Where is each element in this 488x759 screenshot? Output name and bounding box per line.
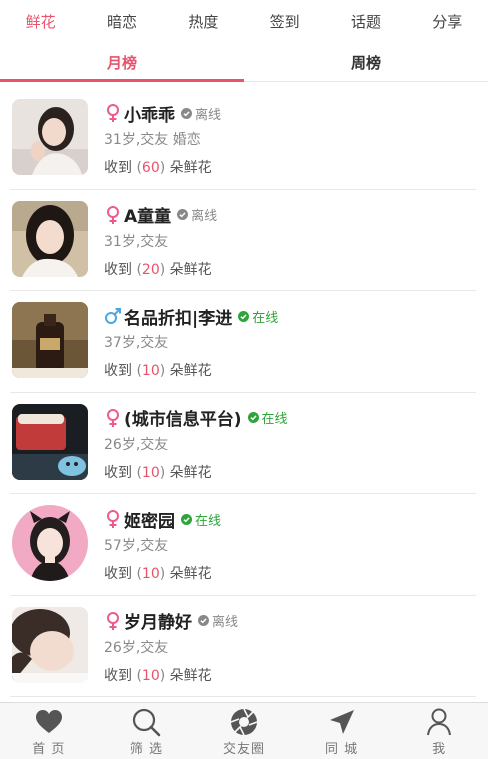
unit-label: 朵鲜花: [169, 667, 212, 684]
female-icon: [107, 104, 119, 122]
flower-count: 收到 (10) 朵鲜花: [104, 566, 212, 582]
check-circle-icon: [247, 412, 259, 423]
count-value: 10: [141, 566, 160, 582]
flower-count: 收到 (60) 朵鲜花: [104, 160, 212, 176]
tab-share[interactable]: 分享: [407, 0, 488, 44]
tab-monthly-ranking[interactable]: 月榜: [0, 44, 244, 82]
ranking-list: 小乖乖 离线 31岁,交友 婚恋 收到 (60) 朵鲜花 A童童 离线 31岁,…: [10, 88, 476, 697]
nav-me[interactable]: 我: [390, 703, 488, 759]
female-icon: [107, 408, 119, 427]
search-icon: [133, 708, 161, 737]
nav-label: 筛 选: [129, 742, 163, 757]
status-text: 在线: [195, 513, 222, 529]
avatar[interactable]: [12, 99, 88, 175]
male-icon: [105, 308, 121, 324]
tab-flowers[interactable]: 鲜花: [0, 0, 81, 44]
user-name[interactable]: 名品折扣|李进: [124, 304, 232, 329]
tab-weekly-ranking[interactable]: 周榜: [244, 44, 488, 81]
list-item[interactable]: A童童 离线 31岁,交友 收到 (20) 朵鲜花: [10, 190, 476, 291]
count-value: 20: [141, 261, 160, 278]
tab-crush[interactable]: 暗恋: [81, 0, 162, 44]
status-text: 在线: [261, 412, 288, 427]
list-item[interactable]: 名品折扣|李进 在线 37岁,交友 收到 (10) 朵鲜花: [10, 291, 476, 393]
unit-label: 朵鲜花: [169, 464, 212, 481]
heart-icon: [35, 710, 62, 733]
tab-checkin[interactable]: 签到: [244, 0, 325, 44]
status-badge: 离线: [181, 104, 221, 123]
user-icon: [427, 708, 452, 736]
nav-home[interactable]: 首 页: [0, 703, 98, 759]
status-text: 离线: [195, 107, 222, 123]
unit-label: 朵鲜花: [169, 566, 212, 582]
user-detail: 37岁,交友: [104, 335, 169, 351]
nav-social-circle[interactable]: 交友圈: [195, 703, 293, 759]
unit-label: 朵鲜花: [169, 261, 212, 278]
bottom-nav: 首 页 筛 选 交友圈 同 城 我: [0, 702, 488, 759]
ranking-tab-bar: 月榜 周榜: [0, 44, 488, 82]
user-detail: 31岁,交友: [104, 233, 169, 250]
user-name[interactable]: (城市信息平台): [124, 405, 242, 430]
user-name[interactable]: 岁月静好: [124, 608, 192, 633]
status-badge: 在线: [238, 307, 278, 326]
check-circle-icon: [198, 615, 209, 626]
unit-label: 朵鲜花: [169, 363, 212, 379]
status-text: 离线: [191, 209, 218, 224]
check-circle-icon: [181, 107, 192, 119]
user-name[interactable]: 姬密园: [124, 507, 175, 532]
nav-label: 首 页: [32, 742, 66, 757]
count-value: 10: [141, 464, 160, 481]
nav-label: 交友圈: [222, 742, 265, 757]
status-text: 离线: [212, 615, 239, 630]
user-name[interactable]: 小乖乖: [124, 101, 175, 126]
user-detail: 57岁,交友: [104, 538, 169, 554]
count-value: 10: [141, 363, 160, 379]
aperture-icon: [230, 708, 258, 736]
user-detail: 26岁,交友: [104, 436, 169, 453]
received-label: 收到: [104, 363, 132, 379]
received-label: 收到: [104, 160, 132, 176]
nav-label: 同 城: [325, 742, 359, 757]
female-icon: [107, 611, 119, 630]
avatar[interactable]: [12, 403, 88, 480]
received-label: 收到: [104, 261, 132, 278]
nav-label: 我: [432, 742, 447, 757]
list-item[interactable]: 姬密园 在线 57岁,交友 收到 (10) 朵鲜花: [10, 494, 476, 596]
list-item[interactable]: 小乖乖 离线 31岁,交友 婚恋 收到 (60) 朵鲜花: [10, 88, 476, 190]
count-value: 60: [141, 160, 160, 176]
tab-popularity[interactable]: 热度: [163, 0, 244, 44]
received-label: 收到: [104, 566, 132, 582]
count-value: 10: [141, 667, 160, 684]
flower-count: 收到 (10) 朵鲜花: [104, 363, 212, 379]
nav-nearby[interactable]: 同 城: [293, 703, 391, 759]
received-label: 收到: [104, 667, 132, 684]
check-circle-icon: [177, 209, 189, 220]
top-tab-bar: 鲜花 暗恋 热度 签到 话题 分享: [0, 0, 488, 44]
user-detail: 26岁,交友: [104, 639, 169, 656]
status-badge: 离线: [198, 611, 238, 630]
check-circle-icon: [181, 513, 192, 525]
user-name[interactable]: A童童: [124, 202, 171, 227]
female-icon: [107, 205, 119, 224]
status-badge: 在线: [247, 408, 288, 427]
received-label: 收到: [104, 464, 132, 481]
avatar[interactable]: [12, 200, 88, 277]
location-arrow-icon: [329, 710, 354, 734]
unit-label: 朵鲜花: [169, 160, 212, 176]
female-icon: [107, 510, 119, 528]
user-detail: 31岁,交友 婚恋: [104, 132, 201, 148]
flower-count: 收到 (10) 朵鲜花: [104, 667, 212, 684]
list-item[interactable]: (城市信息平台) 在线 26岁,交友 收到 (10) 朵鲜花: [10, 393, 476, 494]
check-circle-icon: [238, 310, 250, 322]
nav-filter[interactable]: 筛 选: [98, 703, 196, 759]
list-item[interactable]: 岁月静好 离线 26岁,交友 收到 (10) 朵鲜花: [10, 596, 476, 697]
status-text: 在线: [252, 310, 279, 326]
status-badge: 在线: [181, 510, 221, 529]
flower-count: 收到 (10) 朵鲜花: [104, 464, 212, 481]
status-badge: 离线: [177, 205, 217, 224]
avatar[interactable]: [12, 606, 88, 683]
avatar[interactable]: [12, 505, 88, 581]
avatar[interactable]: [12, 302, 88, 378]
flower-count: 收到 (20) 朵鲜花: [104, 261, 212, 278]
tab-topics[interactable]: 话题: [325, 0, 406, 44]
